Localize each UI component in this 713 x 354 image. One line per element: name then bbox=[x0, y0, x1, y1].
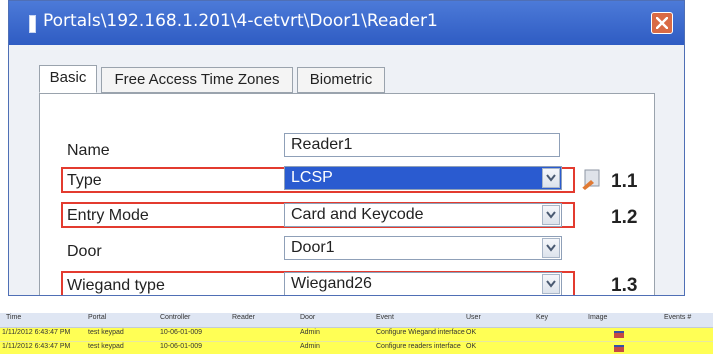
tab-basic[interactable]: Basic bbox=[39, 65, 97, 93]
column-header-key[interactable]: Key bbox=[536, 314, 548, 321]
tab-free-access-time-zones[interactable]: Free Access Time Zones bbox=[101, 67, 293, 93]
column-header-portal[interactable]: Portal bbox=[88, 314, 106, 321]
name-field[interactable]: Reader1 bbox=[284, 133, 560, 157]
title-bar[interactable]: Portals\192.168.1.201\4-cetvrt\Door1\Rea… bbox=[9, 1, 684, 45]
tab-biometric[interactable]: Biometric bbox=[297, 67, 385, 93]
cell-time: 1/11/2012 6:43:47 PM bbox=[2, 343, 71, 350]
event-log-grid: Time Portal Controller Reader Door Event… bbox=[0, 313, 713, 354]
cell-portal: test keypad bbox=[88, 343, 124, 350]
entry-mode-dropdown-button[interactable] bbox=[542, 205, 560, 225]
cell-user: OK bbox=[466, 329, 477, 336]
chevron-down-icon bbox=[546, 174, 556, 182]
column-header-time[interactable]: Time bbox=[6, 314, 21, 321]
entry-mode-label: Entry Mode bbox=[67, 207, 149, 224]
cell-door: Admin bbox=[300, 343, 320, 350]
table-row[interactable]: 1/11/2012 6:43:47 PM test keypad 10-06-0… bbox=[0, 342, 713, 354]
edit-icon[interactable] bbox=[579, 168, 603, 192]
name-label: Name bbox=[67, 142, 110, 159]
chevron-down-icon bbox=[546, 244, 556, 252]
close-icon bbox=[656, 17, 668, 29]
column-header-controller[interactable]: Controller bbox=[160, 314, 190, 321]
basic-panel bbox=[39, 93, 655, 295]
wiegand-type-select[interactable]: Wiegand26 bbox=[284, 272, 562, 295]
door-label: Door bbox=[67, 243, 102, 260]
column-header-events-count[interactable]: Events # bbox=[664, 314, 691, 321]
reader-properties-window: Portals\192.168.1.201\4-cetvrt\Door1\Rea… bbox=[8, 0, 685, 296]
type-select-value: LCSP bbox=[291, 169, 333, 186]
entry-mode-select[interactable]: Card and Keycode bbox=[284, 203, 562, 227]
door-select[interactable]: Door1 bbox=[284, 236, 562, 260]
type-dropdown-button[interactable] bbox=[542, 168, 560, 188]
annotation-1-1: 1.1 bbox=[611, 171, 638, 192]
annotation-1-2: 1.2 bbox=[611, 207, 638, 228]
cell-controller: 10-06-01-009 bbox=[160, 329, 203, 336]
door-select-value: Door1 bbox=[291, 239, 335, 256]
grid-header: Time Portal Controller Reader Door Event… bbox=[0, 313, 713, 328]
type-label: Type bbox=[67, 172, 102, 189]
window-icon bbox=[29, 15, 36, 33]
wiegand-type-label: Wiegand type bbox=[67, 277, 165, 294]
chevron-down-icon bbox=[546, 211, 556, 219]
column-header-event[interactable]: Event bbox=[376, 314, 394, 321]
annotation-1-3: 1.3 bbox=[611, 275, 638, 296]
table-row[interactable]: 1/11/2012 6:43:47 PM test keypad 10-06-0… bbox=[0, 328, 713, 342]
door-dropdown-button[interactable] bbox=[542, 238, 560, 258]
wiegand-dropdown-button[interactable] bbox=[542, 274, 560, 294]
cell-event: Configure Wiegand interface bbox=[376, 329, 465, 336]
cell-user: OK bbox=[466, 343, 477, 350]
close-button[interactable] bbox=[651, 12, 673, 34]
cell-time: 1/11/2012 6:43:47 PM bbox=[2, 329, 71, 336]
type-select[interactable]: LCSP bbox=[284, 166, 562, 190]
entry-mode-select-value: Card and Keycode bbox=[291, 206, 424, 223]
cell-door: Admin bbox=[300, 329, 320, 336]
cell-controller: 10-06-01-009 bbox=[160, 343, 203, 350]
column-header-image[interactable]: Image bbox=[588, 314, 607, 321]
chevron-down-icon bbox=[546, 280, 556, 288]
column-header-reader[interactable]: Reader bbox=[232, 314, 255, 321]
image-thumbnail-icon[interactable] bbox=[614, 345, 624, 352]
window-title: Portals\192.168.1.201\4-cetvrt\Door1\Rea… bbox=[43, 11, 438, 31]
column-header-door[interactable]: Door bbox=[300, 314, 315, 321]
wiegand-type-select-value: Wiegand26 bbox=[291, 275, 372, 292]
cell-event: Configure readers interface bbox=[376, 343, 461, 350]
image-thumbnail-icon[interactable] bbox=[614, 331, 624, 338]
cell-portal: test keypad bbox=[88, 329, 124, 336]
column-header-user[interactable]: User bbox=[466, 314, 481, 321]
